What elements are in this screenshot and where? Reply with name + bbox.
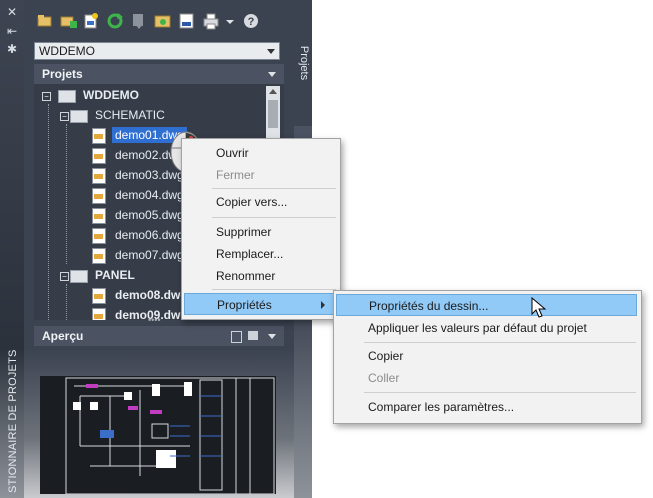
- project-selector[interactable]: WDDEMO: [34, 42, 280, 60]
- submenu-arrow-icon: [321, 301, 325, 309]
- menu-item-apply-project-defaults[interactable]: Appliquer les valeurs par défaut du proj…: [336, 317, 637, 339]
- menu-item-drawing-properties[interactable]: Propriétés du dessin...: [336, 294, 637, 316]
- project-wide-update-icon[interactable]: [154, 12, 172, 30]
- tree-node-folder[interactable]: SCHEMATIC: [70, 105, 168, 125]
- dwg-file-icon: [92, 168, 106, 184]
- menu-separator: [364, 392, 636, 393]
- menu-item-paste[interactable]: Coller: [336, 367, 637, 389]
- image-view-icon[interactable]: [248, 331, 258, 340]
- folder-icon: [70, 270, 88, 283]
- dwg-file-icon: [92, 308, 106, 320]
- tree-node-file[interactable]: demo06.dwg: [92, 225, 187, 245]
- menu-item-close[interactable]: Fermer: [184, 164, 336, 186]
- tree-node-file[interactable]: demo07.dwg: [92, 245, 187, 265]
- tree-node-project[interactable]: WDDEMO: [58, 85, 142, 105]
- pin-icon[interactable]: ⇤: [5, 24, 19, 38]
- dwg-file-icon: [92, 288, 106, 304]
- menu-item-replace[interactable]: Remplacer...: [184, 243, 336, 265]
- menu-separator: [212, 188, 336, 189]
- menu-separator: [212, 289, 336, 290]
- preview-header-label: Aperçu: [42, 329, 84, 343]
- dwg-file-icon: [92, 188, 106, 204]
- projects-section-header[interactable]: Projets: [34, 64, 284, 84]
- tree-node-folder[interactable]: PANEL: [70, 265, 138, 285]
- task-list-icon[interactable]: [130, 12, 148, 30]
- schematic-thumbnail: [65, 377, 275, 494]
- menu-item-copy[interactable]: Copier: [336, 345, 637, 367]
- new-drawing-icon[interactable]: [82, 12, 100, 30]
- left-title-strip: ✕ ⇤ ✱ STIONNAIRE DE PROJETS: [0, 0, 24, 498]
- menu-item-rename[interactable]: Renommer: [184, 265, 336, 287]
- palette-title: STIONNAIRE DE PROJETS: [7, 349, 19, 493]
- dwg-file-icon: [92, 128, 106, 144]
- menu-item-delete[interactable]: Supprimer: [184, 221, 336, 243]
- svg-text:?: ?: [248, 16, 255, 28]
- resize-grip-icon[interactable]: ••••: [148, 316, 164, 325]
- chevron-down-icon[interactable]: [268, 72, 276, 77]
- scroll-thumb[interactable]: [268, 100, 278, 128]
- close-icon[interactable]: ✕: [5, 5, 19, 19]
- list-view-icon[interactable]: [231, 331, 242, 343]
- scroll-up-icon[interactable]: [269, 89, 277, 94]
- help-icon[interactable]: ?: [242, 12, 260, 30]
- mouse-cursor-icon: [531, 297, 547, 318]
- dwg-file-icon: [92, 208, 106, 224]
- menu-item-compare-settings[interactable]: Comparer les paramètres...: [336, 396, 637, 418]
- chevron-down-icon[interactable]: [267, 49, 275, 54]
- menu-item-properties-label: Propriétés: [217, 298, 272, 312]
- menu-item-copy-to[interactable]: Copier vers...: [184, 191, 336, 213]
- dwg-file-icon: [92, 148, 106, 164]
- project-folder-icon: [58, 90, 76, 103]
- context-menu: Ouvrir Fermer Copier vers... Supprimer R…: [181, 138, 341, 320]
- title-block-update-icon[interactable]: [178, 12, 196, 30]
- menu-separator: [212, 217, 336, 218]
- collapse-toggle-icon[interactable]: −: [60, 272, 69, 281]
- collapse-toggle-icon[interactable]: −: [60, 112, 69, 121]
- menu-item-properties[interactable]: Propriétés: [184, 293, 336, 315]
- refresh-icon[interactable]: [106, 12, 124, 30]
- new-project-icon[interactable]: [60, 12, 78, 30]
- properties-submenu: Propriétés du dessin... Appliquer les va…: [333, 290, 642, 424]
- tree-node-file[interactable]: demo08.dwg: [92, 285, 191, 305]
- projects-side-tab[interactable]: Projets: [296, 40, 310, 86]
- plot-icon[interactable]: [202, 12, 220, 30]
- projects-header-label: Projets: [42, 67, 83, 81]
- tree-node-file[interactable]: demo04.dwg: [92, 185, 187, 205]
- open-project-icon[interactable]: [36, 12, 54, 30]
- preview-section-header[interactable]: Aperçu: [34, 326, 284, 346]
- dwg-file-icon: [92, 228, 106, 244]
- folder-icon: [70, 110, 88, 123]
- tree-node-file[interactable]: demo05.dwg: [92, 205, 187, 225]
- project-selector-value: WDDEMO: [39, 44, 95, 58]
- menu-item-open[interactable]: Ouvrir: [184, 142, 336, 164]
- dwg-file-icon: [92, 248, 106, 264]
- collapse-toggle-icon[interactable]: −: [42, 92, 51, 101]
- drawing-preview: [40, 376, 276, 494]
- settings-icon[interactable]: ✱: [5, 42, 19, 56]
- menu-separator: [364, 342, 636, 343]
- chevron-down-icon[interactable]: [268, 334, 276, 339]
- plot-dropdown-icon[interactable]: [224, 12, 242, 30]
